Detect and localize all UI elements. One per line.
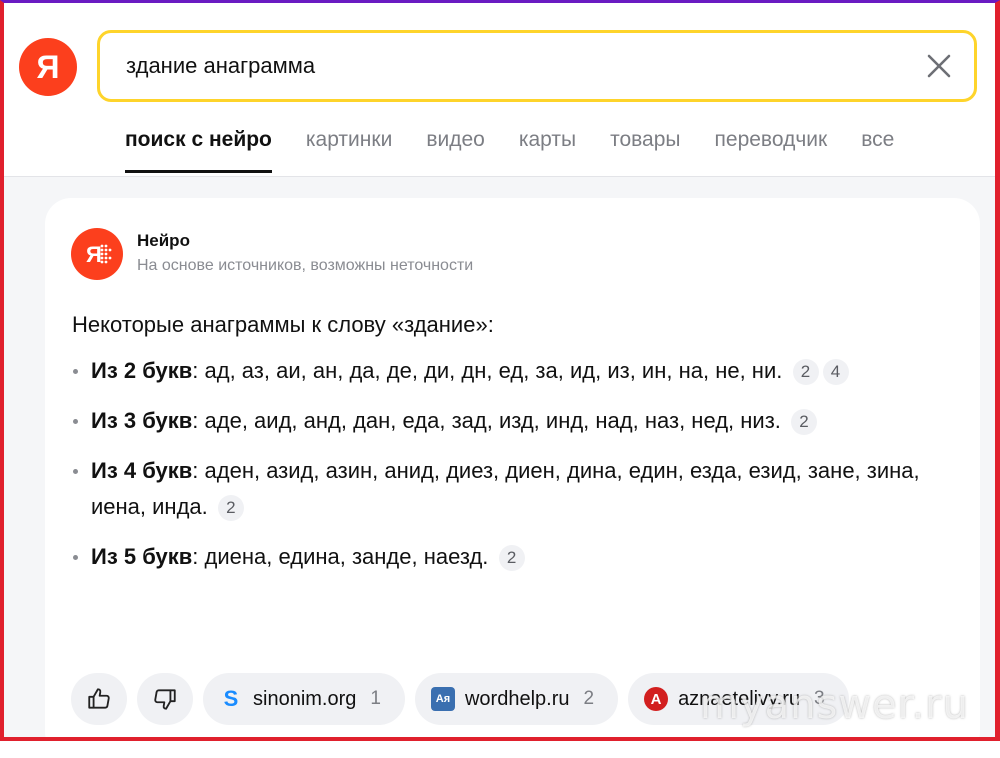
source-ref[interactable]: 2 [791,409,818,435]
list-item: Из 5 букв: диена, едина, занде, наезд. 2 [72,539,952,575]
tab-images[interactable]: картинки [306,126,392,176]
search-tabs: поиск с нейро картинки видео карты товар… [125,126,928,176]
list-item-label: Из 5 букв [91,544,193,569]
source-ref[interactable]: 2 [498,545,525,571]
tab-neuro[interactable]: поиск с нейро [125,126,272,176]
list-item-label: Из 3 букв [91,408,193,433]
anagram-list: Из 2 букв: ад, аз, аи, ан, да, де, ди, д… [72,353,952,589]
neuro-subtitle: На основе источников, возможны неточност… [137,257,474,274]
close-icon[interactable] [926,53,952,79]
sinonim-favicon-icon: S [223,686,239,711]
list-item-text: : диена, едина, занде, наезд. [192,544,489,569]
neuro-logo-icon: Я [71,228,123,280]
page: Я здание анаграмма поиск с нейро картинк… [0,0,1000,758]
yandex-logo[interactable]: Я [19,38,77,96]
source-ref[interactable]: 4 [822,359,849,385]
tab-goods[interactable]: товары [610,126,680,176]
source-name: wordhelp.ru [464,687,570,710]
list-item-label: Из 4 букв [91,458,193,483]
list-item: Из 3 букв: аде, аид, анд, дан, еда, зад,… [72,403,952,439]
aznaetelivy-favicon-icon: A [644,687,669,711]
source-name: sinonim.org [253,687,357,710]
list-item-text: : ад, аз, аи, ан, да, де, ди, дн, ед, за… [192,358,783,383]
tab-all[interactable]: все [861,126,894,176]
neuro-title: Нейро [137,231,190,250]
list-item: Из 4 букв: аден, азид, азин, анид, диез,… [72,453,952,525]
source-sinonim[interactable]: S sinonim.org 1 [203,673,405,725]
answer-intro: Некоторые анаграммы к слову «здание»: [72,312,494,337]
list-item-text: : аден, азид, азин, анид, диез, диен, ди… [91,458,920,519]
search-input[interactable]: здание анаграмма [126,53,315,79]
tab-video[interactable]: видео [426,126,485,176]
source-ref[interactable]: 2 [792,359,819,385]
list-item-text: : аде, аид, анд, дан, еда, зад, изд, инд… [192,408,781,433]
svg-text:Я: Я [86,242,102,267]
neuro-answer-card: Я Нейро На основе источников, возможны н… [45,198,980,758]
wordhelp-favicon-icon: Aя [430,687,455,711]
list-item: Из 2 букв: ад, аз, аи, ан, да, де, ди, д… [72,353,952,389]
watermark: myanswer.ru [700,682,969,728]
list-item-label: Из 2 букв [91,358,193,383]
thumbs-down-icon [154,689,176,710]
source-ref[interactable]: 2 [217,495,244,521]
source-count: 1 [370,688,381,709]
tab-translator[interactable]: переводчик [715,126,828,176]
source-wordhelp[interactable]: Aя wordhelp.ru 2 [414,673,619,725]
dislike-button[interactable] [137,673,193,725]
source-count: 2 [583,688,595,709]
like-button[interactable] [71,673,127,725]
tab-maps[interactable]: карты [519,126,576,176]
thumbs-up-icon [88,688,110,709]
header: Я здание анаграмма поиск с нейро картинк… [0,0,1000,177]
search-box[interactable]: здание анаграмма [97,30,977,102]
